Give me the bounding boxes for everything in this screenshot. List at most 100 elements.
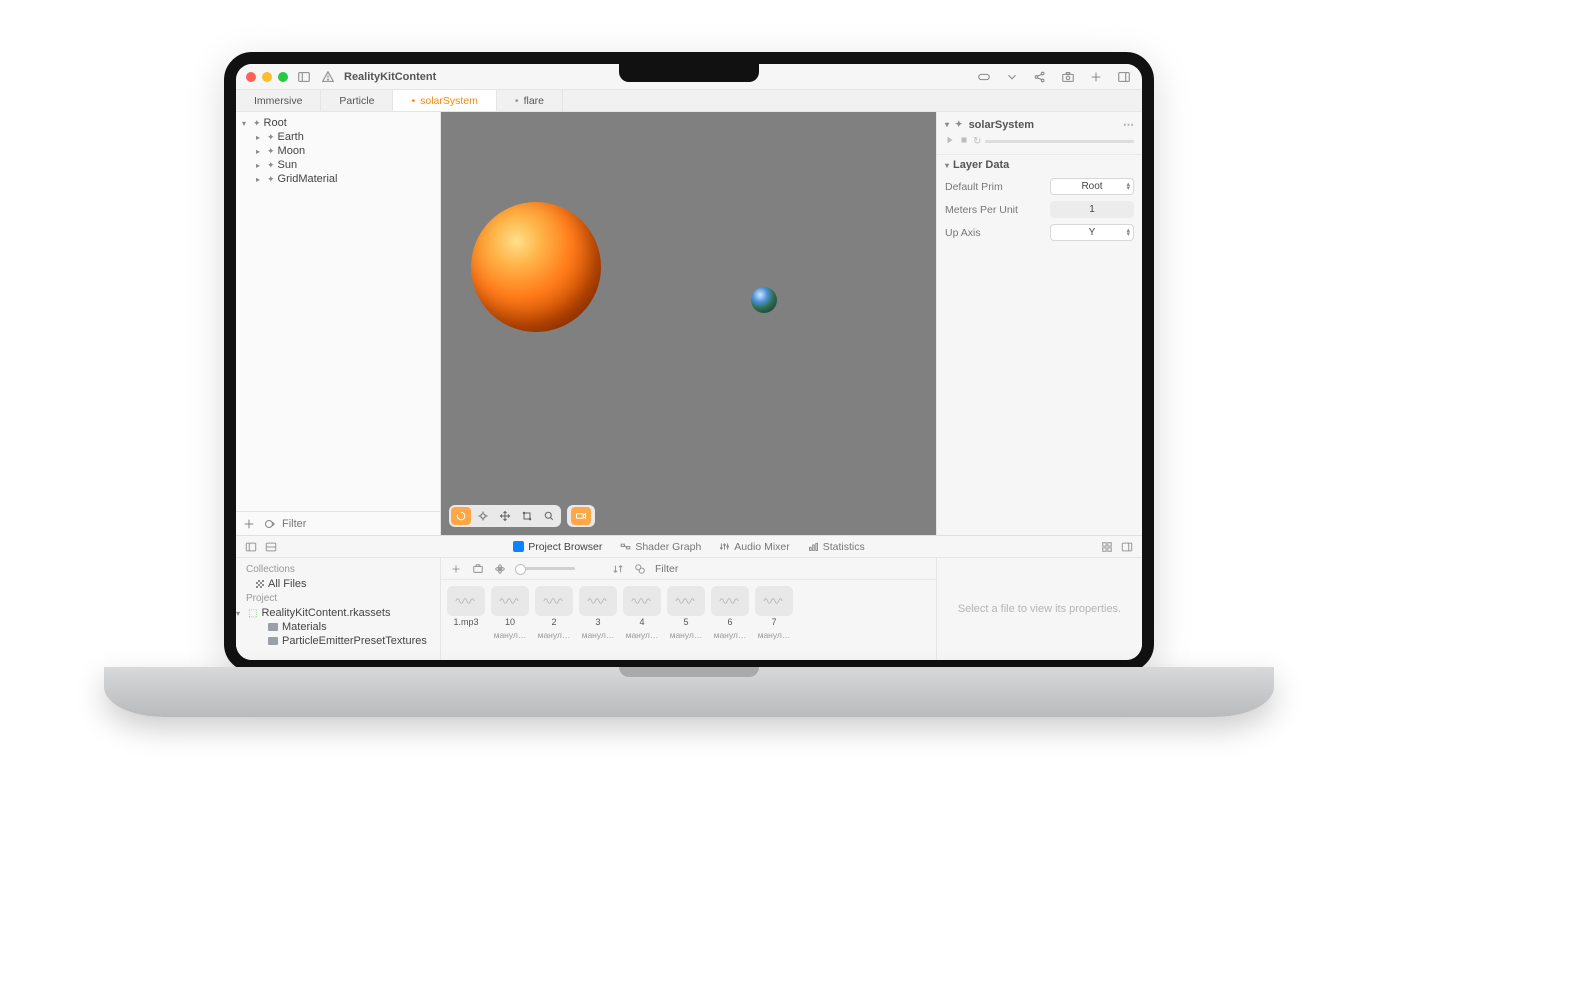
warning-icon[interactable] <box>320 69 336 85</box>
prop-value: Root <box>1081 181 1102 192</box>
outline-filter-input[interactable] <box>282 518 434 530</box>
bottom-tab-shader-graph[interactable]: Shader Graph <box>620 541 701 553</box>
file-thumb[interactable]: 7 манул… <box>755 586 793 654</box>
stop-button[interactable] <box>959 135 969 148</box>
timeline-scrubber[interactable] <box>985 140 1134 143</box>
scene-object-sun[interactable] <box>471 202 601 332</box>
file-name: 7 <box>771 618 776 628</box>
tree-label: Root <box>264 117 287 129</box>
grid-icon <box>256 580 264 588</box>
prop-default-prim: Default Prim Root ▴▾ <box>937 175 1142 198</box>
detail-view-icon[interactable] <box>1120 540 1134 554</box>
inspector-playback: ↻ <box>937 133 1142 154</box>
tab-particle[interactable]: Particle <box>321 90 393 111</box>
file-thumb[interactable]: 3 манул… <box>579 586 617 654</box>
tree-label: Sun <box>278 159 298 171</box>
inspector-entity-header[interactable]: ▾ ✦ solarSystem ⋯ <box>937 112 1142 133</box>
tree-item-moon[interactable]: ▸ ✦ Moon <box>236 144 440 158</box>
bottom-tab-label: Shader Graph <box>635 541 701 553</box>
file-thumb[interactable]: 6 манул… <box>711 586 749 654</box>
modified-dot: • <box>515 95 519 107</box>
select-tool[interactable] <box>473 507 493 525</box>
sort-button[interactable] <box>611 562 625 576</box>
orbit-tool[interactable] <box>451 507 471 525</box>
meters-per-unit-field[interactable]: 1 <box>1050 201 1134 218</box>
inspector-more-icon[interactable]: ⋯ <box>1123 118 1134 131</box>
window-minimize[interactable] <box>262 72 272 82</box>
disclosure-icon[interactable]: ▸ <box>256 147 264 156</box>
add-icon[interactable] <box>1088 69 1104 85</box>
file-thumb[interactable]: 5 манул… <box>667 586 705 654</box>
bottom-tab-statistics[interactable]: Statistics <box>808 541 865 553</box>
disclosure-icon[interactable]: ▸ <box>256 161 264 170</box>
window-close[interactable] <box>246 72 256 82</box>
loop-button[interactable]: ↻ <box>973 136 981 147</box>
camera-icon[interactable] <box>1060 69 1076 85</box>
filter-type-button[interactable] <box>633 562 647 576</box>
collections-header: Collections <box>236 562 440 577</box>
tree-root[interactable]: ▾ ✦ Root <box>236 116 440 130</box>
bottom-tab-audio-mixer[interactable]: Audio Mixer <box>719 541 789 553</box>
asset-icon: ⬚ <box>248 608 257 619</box>
up-axis-dropdown[interactable]: Y ▴▾ <box>1050 224 1134 241</box>
disclosure-icon[interactable]: ▾ <box>945 120 949 129</box>
window-title: RealityKitContent <box>344 71 436 83</box>
share-icon[interactable] <box>1032 69 1048 85</box>
collapse-left-icon[interactable] <box>244 540 258 554</box>
sidebar-toggle-icon[interactable] <box>296 69 312 85</box>
disclosure-icon[interactable]: ▸ <box>256 133 264 142</box>
tree-item-earth[interactable]: ▸ ✦ Earth <box>236 130 440 144</box>
disclosure-icon[interactable]: ▾ <box>945 161 949 170</box>
thumbnail-size-slider[interactable] <box>515 567 575 570</box>
project-root-item[interactable]: ▾ ⬚ RealityKitContent.rkassets <box>236 606 440 620</box>
import-button[interactable] <box>471 562 485 576</box>
tab-flare[interactable]: • flare <box>497 90 563 111</box>
headset-preview-icon[interactable] <box>976 69 992 85</box>
window-controls <box>246 72 288 82</box>
inspector-section-layer-data[interactable]: ▾ Layer Data <box>937 154 1142 175</box>
add-file-button[interactable] <box>449 562 463 576</box>
all-files-item[interactable]: All Files <box>236 577 440 591</box>
add-entity-button[interactable] <box>242 517 256 531</box>
scene-object-earth[interactable] <box>751 287 777 313</box>
file-properties-panel: Select a file to view its properties. <box>936 558 1142 660</box>
3d-viewport[interactable] <box>441 112 936 535</box>
tab-label: solarSystem <box>420 95 478 107</box>
inspector-toggle-icon[interactable] <box>1116 69 1132 85</box>
scale-tool[interactable] <box>517 507 537 525</box>
dropdown-icon: ▴▾ <box>1126 183 1130 191</box>
tab-immersive[interactable]: Immersive <box>236 90 321 111</box>
bottom-tab-project-browser[interactable]: Project Browser <box>513 541 602 553</box>
laptop-base <box>104 667 1274 717</box>
project-filter-input[interactable] <box>655 563 928 575</box>
file-thumb[interactable]: 10 манул… <box>491 586 529 654</box>
entity-icon: ✦ <box>253 118 261 129</box>
entity-icon: ✦ <box>267 174 275 185</box>
zoom-tool[interactable] <box>539 507 559 525</box>
disclosure-icon[interactable]: ▸ <box>256 175 264 184</box>
file-thumb[interactable]: 2 манул… <box>535 586 573 654</box>
default-prim-dropdown[interactable]: Root ▴▾ <box>1050 178 1134 195</box>
atom-icon[interactable] <box>493 562 507 576</box>
project-folder-materials[interactable]: Materials <box>236 620 440 634</box>
move-tool[interactable] <box>495 507 515 525</box>
disclosure-icon[interactable]: ▾ <box>242 119 250 128</box>
project-browser-grid[interactable]: 1.mp3 10 манул… 2 манул… <box>441 580 936 660</box>
window-zoom[interactable] <box>278 72 288 82</box>
grid-view-icon[interactable] <box>1100 540 1114 554</box>
connect-menu-icon[interactable] <box>1004 69 1020 85</box>
viewport-camera-menu[interactable] <box>567 505 595 527</box>
play-button[interactable] <box>945 135 955 148</box>
file-thumb[interactable]: 1.mp3 <box>447 586 485 654</box>
project-folder-particle-textures[interactable]: ParticleEmitterPresetTextures <box>236 634 440 648</box>
tab-solarsystem[interactable]: • solarSystem <box>393 90 496 111</box>
project-header: Project <box>236 591 440 606</box>
tree-item-sun[interactable]: ▸ ✦ Sun <box>236 158 440 172</box>
filter-options-button[interactable] <box>262 517 276 531</box>
prop-meters-per-unit: Meters Per Unit 1 <box>937 198 1142 221</box>
tree-item-gridmaterial[interactable]: ▸ ✦ GridMaterial <box>236 172 440 186</box>
bottom-tabs: Project Browser Shader Graph Audio Mixer… <box>236 536 1142 558</box>
file-thumb[interactable]: 4 манул… <box>623 586 661 654</box>
disclosure-icon[interactable]: ▾ <box>236 609 244 618</box>
panel-layout-icon[interactable] <box>264 540 278 554</box>
